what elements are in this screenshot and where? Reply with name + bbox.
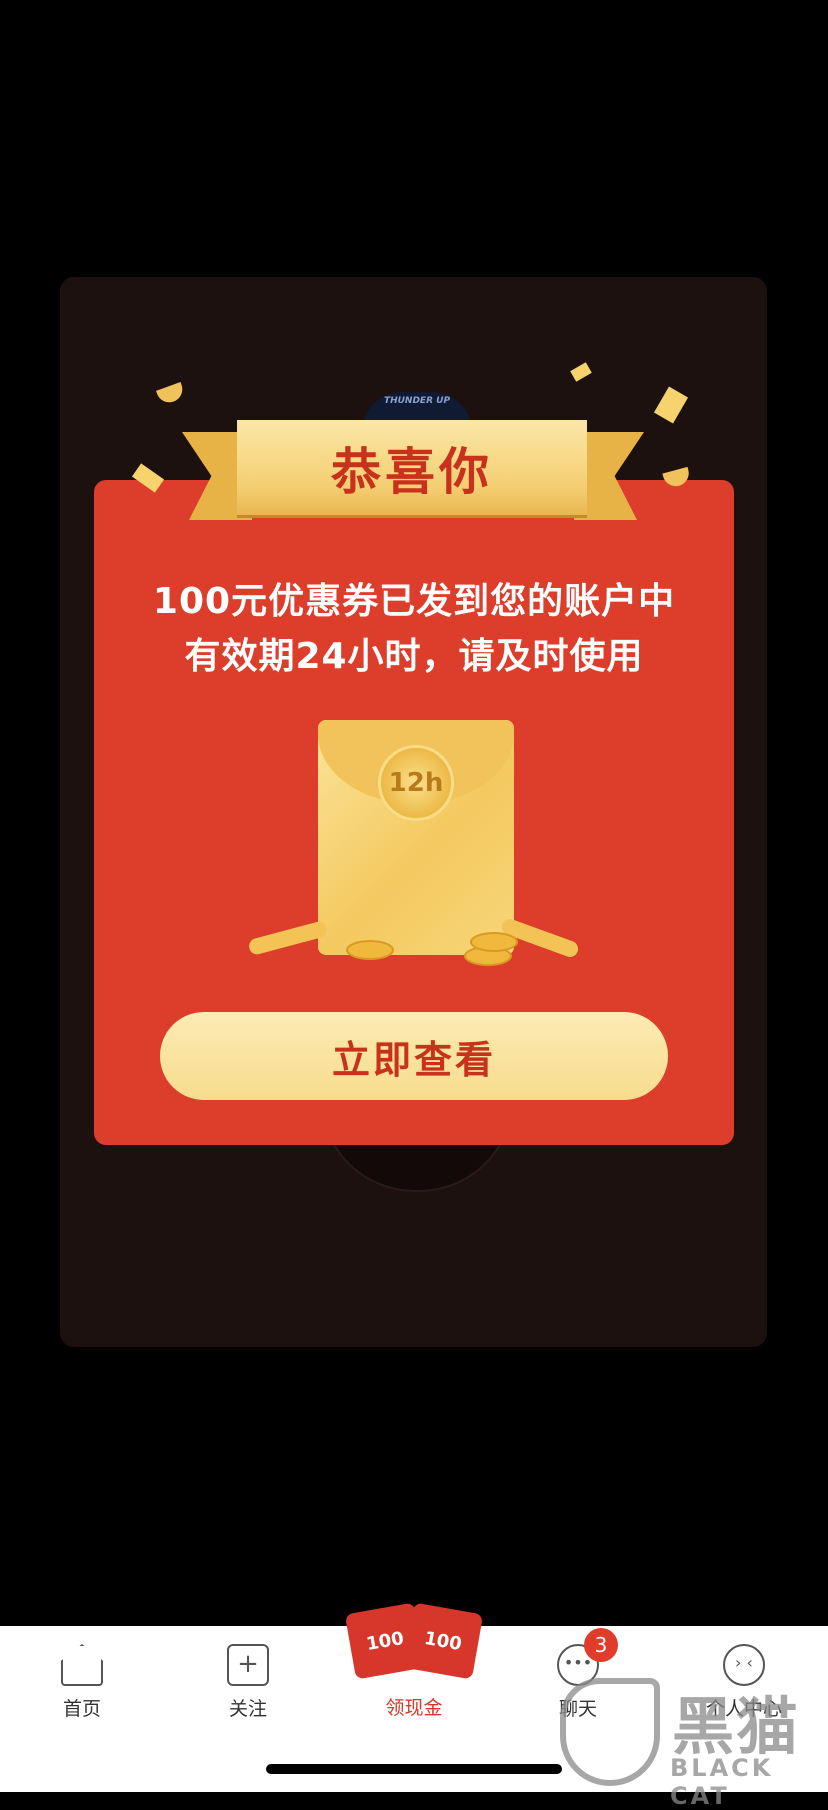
chat-unread-badge: 3 [584,1628,618,1662]
tab-earn-cash[interactable]: 100 100 [340,1602,488,1680]
home-icon [61,1644,103,1686]
view-now-button[interactable]: 立即查看 [160,1012,668,1100]
timer-seal: 12h [378,745,454,821]
home-indicator [266,1764,562,1774]
popup-title: 恭喜你 [331,442,493,501]
gold-coin-icon [346,940,394,960]
watermark: 黑猫 BLACK CAT [556,1672,828,1810]
cat-logo-icon [560,1678,660,1786]
tab-follow-label: 关注 [228,1698,267,1720]
watermark-cn: 黑猫 [672,1690,801,1763]
tab-home-label: 首页 [62,1698,101,1720]
red-envelope-icon: 100 [402,1602,484,1680]
validity-message: 有效期24小时，请及时使用 [184,636,644,677]
tab-follow[interactable]: + 关注 [188,1640,308,1730]
tab-home[interactable]: 首页 [22,1640,142,1730]
gold-coin-icon [470,932,518,952]
coupon-message: 100元优惠券已发到您的账户中 [152,581,676,622]
plus-icon: + [227,1644,269,1686]
watermark-en: BLACK CAT [670,1754,774,1810]
tab-earn-cash-label[interactable]: 领现金 [340,1693,488,1720]
